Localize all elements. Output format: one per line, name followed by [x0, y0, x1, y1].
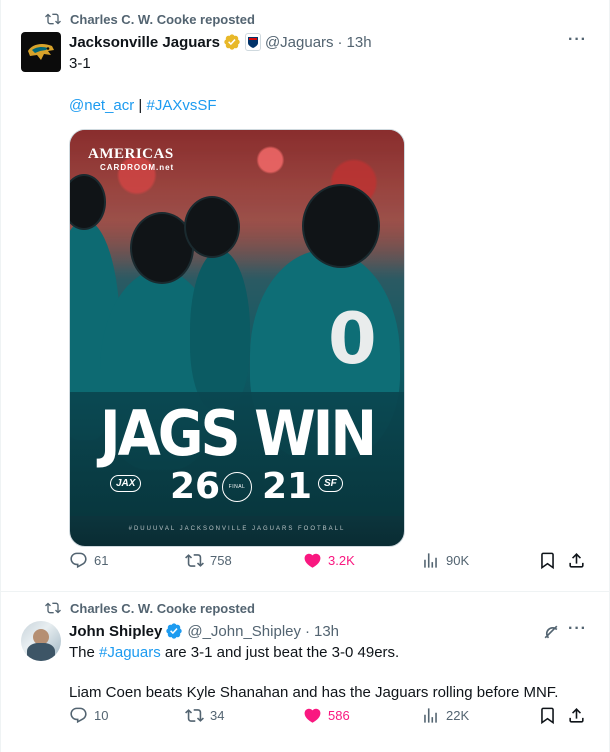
share-button[interactable]: [567, 706, 586, 725]
repost-indicator[interactable]: Charles C. W. Cooke reposted: [45, 600, 255, 616]
author-handle[interactable]: @Jaguars: [265, 34, 334, 51]
tweet-header: Jacksonville Jaguars @Jaguars · 13h: [69, 33, 372, 51]
like-count: 586: [328, 707, 350, 723]
helmet-back: [184, 196, 240, 258]
share-icon: [569, 552, 584, 568]
away-score: 21: [262, 466, 313, 507]
dot-separator: ·: [305, 622, 310, 640]
final-badge: FINAL: [222, 472, 252, 502]
author-name[interactable]: John Shipley: [69, 623, 162, 640]
author-handle[interactable]: @_John_Shipley: [187, 623, 301, 640]
hashtag-link[interactable]: #JAXvsSF: [147, 97, 217, 114]
tweet-header: John Shipley @_John_Shipley · 13h: [69, 622, 339, 640]
like-icon: [304, 553, 321, 568]
jersey-number: 0: [328, 298, 377, 380]
reply-button[interactable]: 10: [69, 706, 108, 725]
more-icon[interactable]: ···: [568, 620, 587, 638]
bookmark-button[interactable]: [538, 706, 557, 725]
bookmark-button[interactable]: [538, 551, 557, 570]
tweet-time[interactable]: 13h: [347, 34, 372, 51]
brand-logo: AMERICAS: [88, 146, 174, 162]
repost-icon: [45, 602, 61, 614]
reply-button[interactable]: 61: [69, 551, 108, 570]
tweet-text-line2: Liam Coen beats Kyle Shanahan and has th…: [69, 684, 559, 701]
repost-label: Charles C. W. Cooke reposted: [70, 600, 255, 616]
repost-count: 34: [210, 707, 225, 723]
more-icon[interactable]: ···: [568, 31, 587, 49]
verified-icon[interactable]: [165, 622, 183, 640]
repost-icon: [45, 13, 61, 25]
link-separator: |: [134, 97, 147, 114]
reply-icon: [70, 707, 87, 723]
jaguar-logo-icon: [28, 43, 54, 60]
verified-icon[interactable]: [223, 33, 241, 51]
avatar-shirt: [27, 643, 55, 661]
tweet-time[interactable]: 13h: [314, 623, 339, 640]
image-footer: #DUUUVAL JACKSONVILLE JAGUARS FOOTBALL: [128, 526, 346, 532]
tweet[interactable]: Charles C. W. Cooke reposted John Shiple…: [1, 593, 609, 752]
headline: JAGS WIN: [99, 397, 377, 470]
avatar[interactable]: [21, 621, 61, 661]
views-icon: [424, 707, 437, 723]
repost-count: 758: [210, 552, 232, 568]
repost-button[interactable]: 34: [185, 706, 224, 725]
bookmark-icon: [541, 552, 554, 569]
grok-icon[interactable]: [541, 622, 561, 642]
tweet-links: @net_acr | #JAXvsSF: [69, 96, 217, 116]
views-icon: [424, 552, 437, 568]
like-icon: [304, 708, 321, 723]
like-button[interactable]: 586: [303, 706, 350, 725]
nfl-affiliate-icon[interactable]: [244, 33, 261, 51]
home-score: 26: [170, 466, 221, 507]
tweet-text-suffix: are 3-1 and just beat the 3-0 49ers.: [160, 644, 400, 661]
reply-count: 10: [94, 707, 109, 723]
tweet-image[interactable]: AMERICAS CARDROOM.net 0 JAGS WIN JAX 26 …: [69, 129, 405, 547]
tweet[interactable]: Charles C. W. Cooke reposted Jacksonvill…: [1, 0, 609, 592]
dot-separator: ·: [337, 33, 343, 51]
repost-label: Charles C. W. Cooke reposted: [70, 11, 255, 27]
share-button[interactable]: [567, 551, 586, 570]
helmet-right: [302, 184, 380, 268]
share-icon: [569, 707, 584, 723]
repost-icon: [185, 708, 204, 722]
repost-icon: [185, 553, 204, 567]
reply-icon: [70, 552, 87, 568]
repost-button[interactable]: 758: [185, 551, 232, 570]
author-name[interactable]: Jacksonville Jaguars: [69, 34, 220, 51]
repost-indicator[interactable]: Charles C. W. Cooke reposted: [45, 11, 255, 27]
home-team-logo: JAX: [110, 475, 142, 492]
avatar[interactable]: [21, 32, 61, 72]
player-back: [190, 250, 250, 410]
brand-logo-sub: CARDROOM.net: [100, 163, 175, 172]
hashtag-link[interactable]: #Jaguars: [99, 644, 161, 661]
tweet-text: The #Jaguars are 3-1 and just beat the 3…: [69, 643, 399, 663]
like-button[interactable]: 3.2K: [303, 551, 355, 570]
views-count: 22K: [446, 707, 470, 723]
mention-link[interactable]: @net_acr: [69, 97, 134, 114]
views-button[interactable]: 22K: [421, 706, 469, 725]
like-count: 3.2K: [328, 552, 355, 568]
reply-count: 61: [94, 552, 109, 568]
tweet-text: 3-1: [69, 55, 91, 72]
away-team-logo: SF: [318, 475, 343, 492]
tweet-text-prefix: The: [69, 644, 100, 661]
views-button[interactable]: 90K: [421, 551, 469, 570]
bookmark-icon: [541, 707, 554, 724]
views-count: 90K: [446, 552, 470, 568]
timeline: Charles C. W. Cooke reposted Jacksonvill…: [0, 0, 610, 752]
